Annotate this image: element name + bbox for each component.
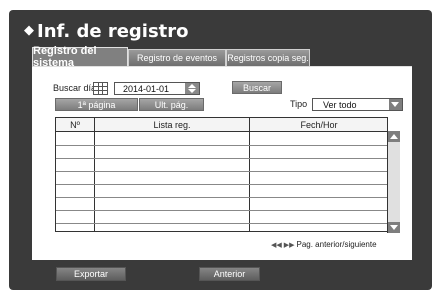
- table-row[interactable]: [56, 184, 387, 185]
- table-row[interactable]: [56, 223, 387, 224]
- table-row[interactable]: [56, 210, 387, 211]
- search-day-label: Buscar día: [53, 83, 97, 93]
- last-page-button[interactable]: Ult. pág.: [139, 98, 204, 111]
- prev-next-arrows-icon[interactable]: ◀◀ ▶▶: [271, 241, 294, 249]
- diamond-icon: ◆: [24, 22, 34, 38]
- date-spinner[interactable]: [185, 83, 199, 94]
- table-row[interactable]: [56, 158, 387, 159]
- dialog-title: ◆ Inf. de registro: [24, 20, 189, 42]
- column-divider: [94, 118, 95, 231]
- chevron-down-icon[interactable]: [389, 99, 402, 110]
- dialog-title-text: Inf. de registro: [37, 20, 189, 42]
- spin-down-icon[interactable]: [188, 89, 196, 93]
- first-page-button[interactable]: 1ª página: [55, 98, 138, 111]
- calendar-icon[interactable]: [93, 82, 108, 95]
- column-header-log-list: Lista reg.: [153, 119, 191, 130]
- table-header: Nº Lista reg. Fech/Hor: [56, 118, 387, 132]
- column-header-date-time: Fech/Hor: [300, 119, 338, 130]
- table-scrollbar[interactable]: [387, 131, 400, 233]
- tab-backup-log[interactable]: Registros copia seg.: [226, 49, 310, 66]
- table-row[interactable]: [56, 197, 387, 198]
- back-button[interactable]: Anterior: [199, 267, 260, 281]
- scroll-up-icon[interactable]: [388, 131, 400, 142]
- type-label: Tipo: [290, 99, 308, 109]
- search-button[interactable]: Buscar: [232, 81, 282, 94]
- type-select[interactable]: Ver todo: [312, 98, 403, 111]
- tab-event-log[interactable]: Registro de eventos: [128, 49, 226, 66]
- table-row[interactable]: [56, 145, 387, 146]
- log-table: Nº Lista reg. Fech/Hor: [55, 117, 388, 232]
- table-row[interactable]: [56, 171, 387, 172]
- page-navigation[interactable]: ◀◀ ▶▶ Pag. anterior/siguiente: [271, 239, 377, 250]
- column-divider: [249, 118, 250, 231]
- spin-up-icon[interactable]: [188, 84, 196, 88]
- type-select-value: Ver todo: [323, 99, 357, 110]
- column-header-number: Nº: [70, 119, 80, 130]
- export-button[interactable]: Exportar: [56, 267, 126, 281]
- tab-system-log[interactable]: Registro del sistema: [32, 45, 128, 69]
- page-navigation-label: Pag. anterior/siguiente: [296, 240, 377, 249]
- scroll-down-icon[interactable]: [388, 222, 400, 233]
